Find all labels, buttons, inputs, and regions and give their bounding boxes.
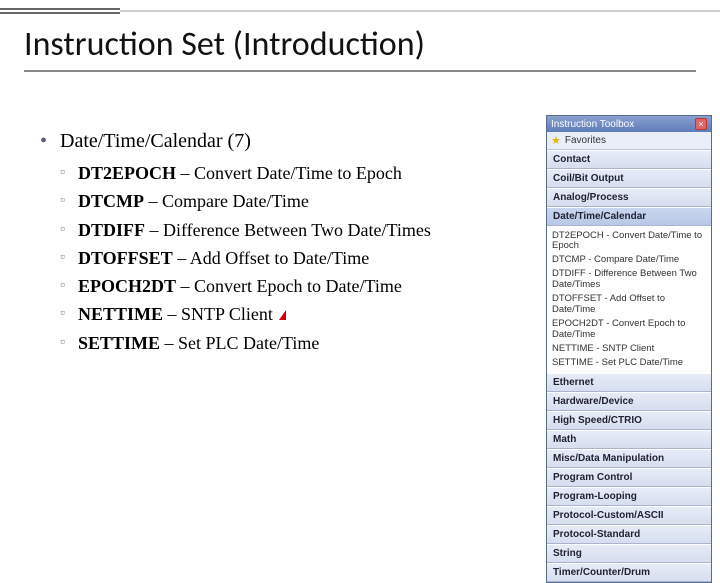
instruction-toolbox-panel: Instruction Toolbox × ★ Favorites Contac… [546, 115, 712, 583]
category-header[interactable]: Analog/Process [547, 188, 711, 207]
category-header[interactable]: Ethernet [547, 373, 711, 392]
toolbox-item[interactable]: DT2EPOCH - Convert Date/Time to Epoch [552, 229, 706, 254]
category-header-selected[interactable]: Date/Time/Calendar [547, 207, 711, 226]
instruction-desc: – Convert Date/Time to Epoch [176, 163, 402, 183]
instruction-list: DT2EPOCH – Convert Date/Time to Epoch DT… [60, 161, 538, 355]
toolbox-titlebar: Instruction Toolbox × [547, 116, 711, 132]
instruction-code: DT2EPOCH [78, 163, 176, 183]
instruction-desc: – Difference Between Two Date/Times [145, 220, 431, 240]
instruction-code: SETTIME [78, 333, 160, 353]
instruction-code: DTDIFF [78, 220, 145, 240]
instruction-code: NETTIME [78, 304, 163, 324]
top-rule [0, 8, 720, 14]
category-header[interactable]: Contact [547, 150, 711, 169]
instruction-desc: – SNTP Client [163, 304, 273, 324]
category-header[interactable]: High Speed/CTRIO [547, 411, 711, 430]
instruction-code: DTOFFSET [78, 248, 173, 268]
toolbox-title-text: Instruction Toolbox [551, 119, 634, 130]
instruction-code: EPOCH2DT [78, 276, 176, 296]
category-body: DT2EPOCH - Convert Date/Time to Epoch DT… [547, 226, 711, 373]
instruction-desc: – Compare Date/Time [144, 191, 309, 211]
category-header[interactable]: Math [547, 430, 711, 449]
instruction-code: DTCMP [78, 191, 144, 211]
marker-icon [279, 310, 286, 320]
section-heading: Date/Time/Calendar (7) [38, 130, 538, 153]
main-content: Date/Time/Calendar (7) DT2EPOCH – Conver… [38, 130, 538, 359]
list-item: NETTIME – SNTP Client [60, 302, 538, 326]
instruction-desc: – Add Offset to Date/Time [173, 248, 370, 268]
category-header[interactable]: String [547, 544, 711, 563]
toolbox-item[interactable]: NETTIME - SNTP Client [552, 342, 706, 356]
toolbox-item[interactable]: DTDIFF - Difference Between Two Date/Tim… [552, 268, 706, 293]
category-header[interactable]: Program-Looping [547, 487, 711, 506]
toolbox-item[interactable]: DTOFFSET - Add Offset to Date/Time [552, 293, 706, 318]
list-item: DTCMP – Compare Date/Time [60, 189, 538, 213]
favorites-row[interactable]: ★ Favorites [547, 132, 711, 150]
category-header[interactable]: Protocol-Standard [547, 525, 711, 544]
instruction-desc: – Set PLC Date/Time [160, 333, 319, 353]
category-header[interactable]: Protocol-Custom/ASCII [547, 506, 711, 525]
list-item: SETTIME – Set PLC Date/Time [60, 331, 538, 355]
title-underline [24, 70, 696, 72]
star-icon: ★ [551, 134, 561, 147]
list-item: DTDIFF – Difference Between Two Date/Tim… [60, 218, 538, 242]
category-header[interactable]: Program Control [547, 468, 711, 487]
toolbox-item[interactable]: DTCMP - Compare Date/Time [552, 254, 706, 268]
toolbox-item[interactable]: EPOCH2DT - Convert Epoch to Date/Time [552, 317, 706, 342]
list-item: DTOFFSET – Add Offset to Date/Time [60, 246, 538, 270]
page-title: Instruction Set (Introduction) [24, 24, 425, 65]
instruction-desc: – Convert Epoch to Date/Time [176, 276, 402, 296]
toolbox-item[interactable]: SETTIME - Set PLC Date/Time [552, 356, 706, 370]
favorites-label: Favorites [565, 135, 606, 146]
close-icon[interactable]: × [695, 118, 707, 130]
category-header[interactable]: Misc/Data Manipulation [547, 449, 711, 468]
category-header[interactable]: Coil/Bit Output [547, 169, 711, 188]
category-header[interactable]: Hardware/Device [547, 392, 711, 411]
list-item: DT2EPOCH – Convert Date/Time to Epoch [60, 161, 538, 185]
category-header[interactable]: Timer/Counter/Drum [547, 563, 711, 582]
list-item: EPOCH2DT – Convert Epoch to Date/Time [60, 274, 538, 298]
